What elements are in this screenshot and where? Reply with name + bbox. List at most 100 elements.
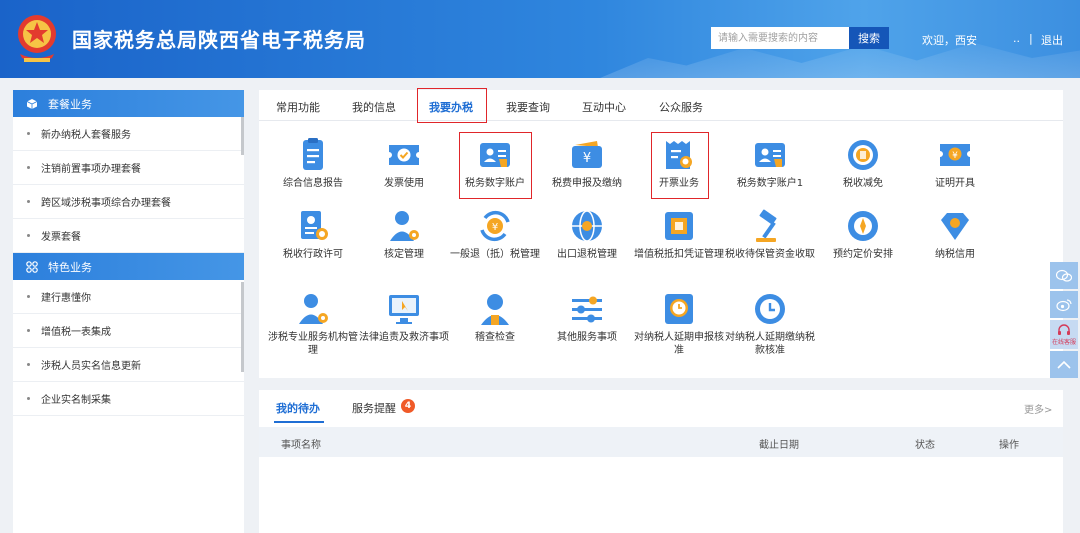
- tile-custody-fund[interactable]: 税收待保管资金收取: [725, 208, 815, 261]
- tab-service-reminder[interactable]: 服务提醒: [352, 400, 396, 416]
- tab-query[interactable]: 我要查询: [506, 99, 550, 115]
- site-title: 国家税务总局陕西省电子税务局: [72, 28, 366, 52]
- sidebar-group-title: 特色业务: [48, 260, 92, 274]
- svg-text:¥: ¥: [952, 151, 958, 161]
- sidebar: 套餐业务 新办纳税人套餐服务 注销前置事项办理套餐 跨区域涉税事项综合办理套餐 …: [13, 90, 244, 533]
- online-service-label: 在线客服: [1051, 338, 1076, 346]
- tile-label: 发票使用: [384, 178, 424, 189]
- digital-account-icon: [755, 143, 785, 167]
- wallet-yuan-icon: ¥: [572, 141, 602, 168]
- tile-tax-declaration[interactable]: ¥ 税费申报及缴纳: [542, 137, 632, 190]
- gavel-icon: [756, 209, 777, 242]
- sidebar-item-realname-update[interactable]: 涉税人员实名信息更新: [13, 348, 244, 382]
- search-button[interactable]: 搜索: [849, 27, 889, 49]
- tile-certificate[interactable]: ¥ 证明开具: [910, 137, 1000, 190]
- tile-info-report[interactable]: 综合信息报告: [268, 137, 358, 190]
- more-link[interactable]: 更多>: [1024, 401, 1052, 416]
- bullet-icon: [27, 234, 30, 237]
- site-header: 国家税务总局陕西省电子税务局 搜索 欢迎，西安 .. | 退出: [0, 0, 1080, 78]
- tile-label: 出口退税管理: [557, 249, 617, 260]
- tab-my-info[interactable]: 我的信息: [352, 99, 396, 115]
- sidebar-scrollbar[interactable]: [241, 117, 244, 155]
- tile-pricing[interactable]: 预约定价安排: [818, 208, 908, 261]
- sidebar-item-label: 新办纳税人套餐服务: [41, 130, 131, 141]
- tile-other-services[interactable]: 其他服务事项: [542, 291, 632, 344]
- tile-label: 税收待保管资金收取: [725, 249, 815, 260]
- tile-tax-relief[interactable]: 税收减免: [818, 137, 908, 190]
- back-to-top-button[interactable]: [1050, 351, 1078, 378]
- tile-label: 法律追责及救济事项: [359, 332, 449, 343]
- sidebar-item-cross-region[interactable]: 跨区域涉税事项综合办理套餐: [13, 185, 244, 219]
- wechat-icon: [1056, 269, 1072, 282]
- tile-label: 对纳税人延期缴纳税款核准: [725, 332, 815, 356]
- person-gear-icon: [390, 211, 419, 241]
- sliders-icon: [572, 296, 602, 323]
- tile-label: 对纳税人延期申报核准: [634, 332, 724, 356]
- tile-label: 税务数字账户1: [736, 178, 804, 189]
- refund-icon: ¥: [480, 210, 510, 242]
- sidebar-item-ccb[interactable]: 建行惠懂你: [13, 280, 244, 314]
- sidebar-group-featured[interactable]: 特色业务: [13, 253, 244, 280]
- chevron-up-icon: [1057, 360, 1071, 369]
- highlight-tab-handle-tax: [417, 88, 487, 123]
- tab-my-todo[interactable]: 我的待办: [276, 400, 320, 416]
- sidebar-item-label: 增值税一表集成: [41, 327, 111, 338]
- header-separator: |: [1029, 32, 1033, 45]
- tab-interaction[interactable]: 互动中心: [582, 99, 626, 115]
- tile-label: 增值税抵扣凭证管理: [634, 249, 724, 260]
- tile-legal-remedy[interactable]: 法律追责及救济事项: [359, 291, 449, 344]
- sidebar-scrollbar[interactable]: [241, 282, 244, 372]
- monitor-icon: [389, 295, 419, 324]
- highlight-tile-digital-account: [459, 132, 532, 199]
- tile-label: 证明开具: [935, 178, 975, 189]
- tile-professional-service[interactable]: 涉税专业服务机构管理: [268, 291, 358, 357]
- sidebar-item-label: 注销前置事项办理套餐: [41, 164, 141, 175]
- floating-toolbar: 在线客服: [1050, 262, 1078, 380]
- weibo-icon: [1056, 298, 1072, 311]
- tile-label: 一般退（抵）税管理: [450, 249, 540, 260]
- tile-label: 核定管理: [384, 249, 424, 260]
- invoice-icon: [389, 145, 419, 165]
- online-service-button[interactable]: 在线客服: [1050, 320, 1078, 349]
- sidebar-item-label: 建行惠懂你: [41, 293, 91, 304]
- tile-label: 税收减免: [843, 178, 883, 189]
- clock-icon: [665, 294, 693, 324]
- tile-delay-declare[interactable]: 对纳税人延期申报核准: [634, 291, 724, 357]
- bullet-icon: [27, 295, 30, 298]
- sidebar-item-invoice-package[interactable]: 发票套餐: [13, 219, 244, 253]
- welcome-user-dots[interactable]: ..: [1013, 32, 1020, 45]
- sidebar-item-vat-integration[interactable]: 增值税一表集成: [13, 314, 244, 348]
- tile-invoice-use[interactable]: 发票使用: [359, 137, 449, 190]
- tile-label: 纳税信用: [935, 249, 975, 260]
- sidebar-item-new-taxpayer[interactable]: 新办纳税人套餐服务: [13, 117, 244, 151]
- tab-common[interactable]: 常用功能: [276, 99, 320, 115]
- tile-label: 涉税专业服务机构管理: [268, 332, 358, 356]
- grid-icon: [25, 260, 38, 273]
- weibo-button[interactable]: [1050, 291, 1078, 318]
- bullet-icon: [27, 166, 30, 169]
- reminder-count-badge: 4: [401, 399, 415, 413]
- tile-digital-account-1[interactable]: 税务数字账户1: [725, 137, 815, 190]
- search-input[interactable]: [711, 27, 849, 49]
- tile-admin-permit[interactable]: 税收行政许可: [268, 208, 358, 261]
- certificate-icon: ¥: [940, 144, 970, 166]
- sidebar-group-package[interactable]: 套餐业务: [13, 90, 244, 117]
- sidebar-item-deregistration[interactable]: 注销前置事项办理套餐: [13, 151, 244, 185]
- logout-link[interactable]: 退出: [1041, 32, 1063, 48]
- sidebar-item-enterprise-realname[interactable]: 企业实名制采集: [13, 382, 244, 416]
- tile-vat-voucher[interactable]: 增值税抵扣凭证管理: [634, 208, 724, 261]
- wechat-button[interactable]: [1050, 262, 1078, 289]
- tile-delay-payment[interactable]: 对纳税人延期缴纳税款核准: [725, 291, 815, 357]
- tile-refund[interactable]: ¥ 一般退（抵）税管理: [450, 208, 540, 261]
- tile-inspection[interactable]: 稽查检查: [450, 291, 540, 344]
- bullet-icon: [27, 329, 30, 332]
- clock-icon: [755, 294, 785, 324]
- tab-public-service[interactable]: 公众服务: [659, 99, 703, 115]
- tile-credit[interactable]: 纳税信用: [910, 208, 1000, 261]
- tile-label: 稽查检查: [475, 332, 515, 343]
- tasks-panel: 我的待办 服务提醒 4 更多> 事项名称 截止日期 状态 操作: [259, 390, 1063, 533]
- tile-export-refund[interactable]: 出口退税管理: [542, 208, 632, 261]
- tile-assessment[interactable]: 核定管理: [359, 208, 449, 261]
- headset-icon: [1058, 323, 1070, 335]
- sidebar-group-title: 套餐业务: [48, 97, 92, 111]
